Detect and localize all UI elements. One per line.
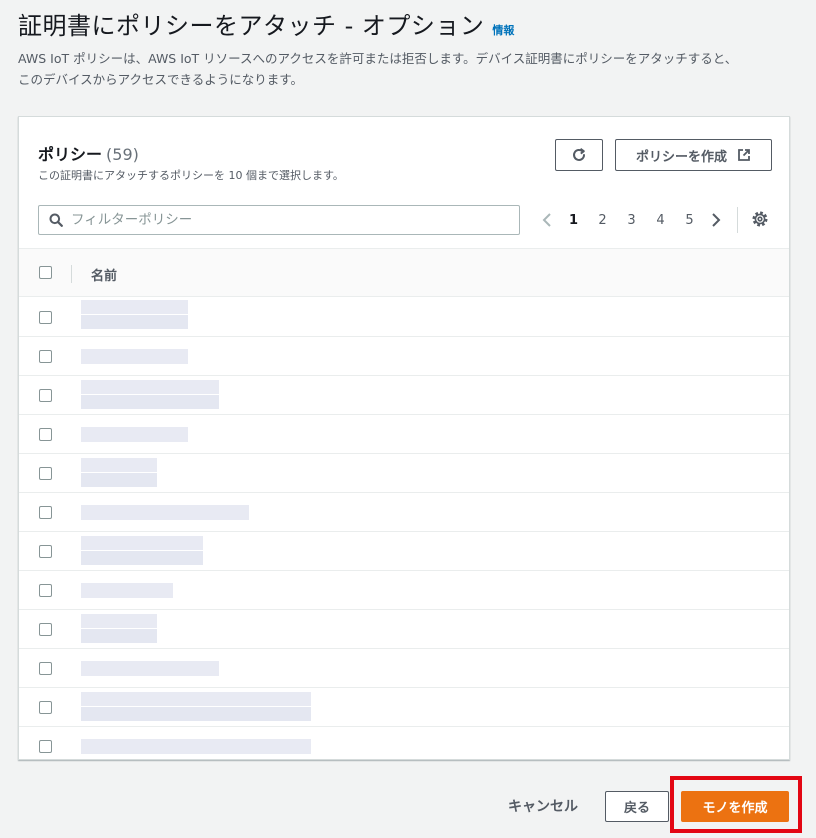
redacted-policy-name <box>81 298 376 337</box>
description-line-2: このデバイスからアクセスできるようになります。 <box>18 72 304 87</box>
row-checkbox[interactable] <box>39 428 52 441</box>
table-row[interactable] <box>19 376 789 415</box>
table-row[interactable] <box>19 454 789 493</box>
page-title-row: 証明書にポリシーをアタッチ - オプション 情報 <box>18 8 798 44</box>
highlight-annotation-box <box>670 776 802 833</box>
previous-page-icon[interactable] <box>535 212 559 228</box>
panel-title-text: ポリシー <box>38 145 103 164</box>
table-row[interactable] <box>19 688 789 727</box>
table-row[interactable] <box>19 337 789 376</box>
page-2-button[interactable]: 2 <box>588 213 617 228</box>
row-checkbox[interactable] <box>39 389 52 402</box>
table-row[interactable] <box>19 493 789 532</box>
search-input[interactable] <box>71 212 491 228</box>
redacted-policy-name <box>81 649 376 688</box>
table-row[interactable] <box>19 649 789 688</box>
page-title: 証明書にポリシーをアタッチ - オプション <box>18 12 485 40</box>
select-all-checkbox[interactable] <box>39 266 52 279</box>
table-row[interactable] <box>19 415 789 454</box>
row-checkbox[interactable] <box>39 584 52 597</box>
page-4-button[interactable]: 4 <box>646 213 675 228</box>
panel-subtitle: この証明書にアタッチするポリシーを 10 個まで選択します。 <box>38 169 344 182</box>
redacted-policy-name <box>81 454 376 493</box>
redacted-policy-name <box>81 610 376 649</box>
pager-divider <box>737 207 738 233</box>
table-row[interactable] <box>19 727 789 759</box>
row-checkbox[interactable] <box>39 701 52 714</box>
table-row[interactable] <box>19 610 789 649</box>
page-header: 証明書にポリシーをアタッチ - オプション 情報 AWS IoT ポリシーは、A… <box>18 8 798 90</box>
row-checkbox[interactable] <box>39 506 52 519</box>
redacted-policy-name <box>81 415 376 454</box>
redacted-policy-name <box>81 376 376 415</box>
row-checkbox[interactable] <box>39 350 52 363</box>
refresh-button[interactable] <box>555 139 603 171</box>
search-icon <box>49 213 63 227</box>
next-page-icon[interactable] <box>704 212 728 228</box>
description-line-1: AWS IoT ポリシーは、AWS IoT リソースへのアクセスを許可または拒否… <box>18 51 738 66</box>
back-button[interactable]: 戻る <box>605 791 669 822</box>
row-checkbox[interactable] <box>39 311 52 324</box>
row-checkbox[interactable] <box>39 467 52 480</box>
redacted-policy-name <box>81 688 376 727</box>
row-checkbox[interactable] <box>39 662 52 675</box>
panel-title: ポリシー (59) <box>38 141 139 165</box>
redacted-policy-name <box>81 493 376 532</box>
gear-icon[interactable] <box>751 210 769 232</box>
table-row[interactable] <box>19 571 789 610</box>
page-1-button[interactable]: 1 <box>559 213 588 228</box>
policies-panel: ポリシー (59) この証明書にアタッチするポリシーを 10 個まで選択します。 … <box>18 116 790 760</box>
row-checkbox[interactable] <box>39 623 52 636</box>
info-link[interactable]: 情報 <box>492 22 514 38</box>
redacted-policy-name <box>81 727 376 759</box>
page-3-button[interactable]: 3 <box>617 213 646 228</box>
refresh-icon <box>573 147 585 161</box>
create-policy-label: ポリシーを作成 <box>635 149 727 165</box>
redacted-policy-name <box>81 337 376 376</box>
pagination: 1 2 3 4 5 <box>535 207 728 233</box>
redacted-policy-name <box>81 571 376 610</box>
search-field[interactable] <box>38 205 520 235</box>
table-row[interactable] <box>19 532 789 571</box>
row-checkbox[interactable] <box>39 740 52 753</box>
page-description: AWS IoT ポリシーは、AWS IoT リソースへのアクセスを許可または拒否… <box>18 48 798 90</box>
policy-count: (59) <box>106 145 139 164</box>
external-link-icon <box>738 149 750 161</box>
page-5-button[interactable]: 5 <box>675 213 704 228</box>
table-row[interactable] <box>19 298 789 337</box>
column-divider <box>71 265 72 283</box>
cancel-button[interactable]: キャンセル <box>508 796 578 816</box>
row-checkbox[interactable] <box>39 545 52 558</box>
redacted-policy-name <box>81 532 376 571</box>
table-header: 名前 <box>19 248 789 297</box>
column-header-name[interactable]: 名前 <box>91 265 117 284</box>
create-policy-button[interactable]: ポリシーを作成 <box>615 139 772 171</box>
